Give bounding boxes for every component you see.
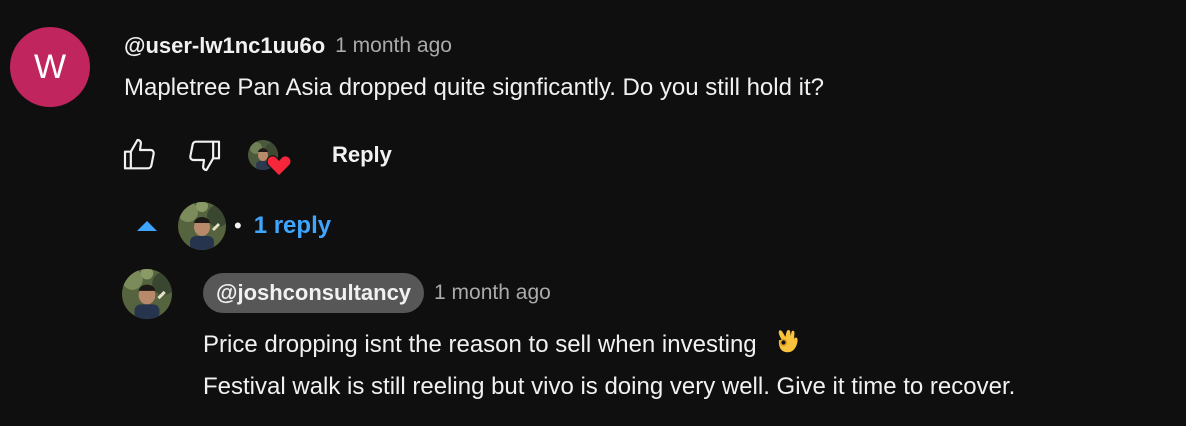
comment-time[interactable]: 1 month ago: [335, 34, 452, 58]
reply-header: @joshconsultancy 1 month ago: [203, 272, 551, 314]
comment-actions: Reply: [118, 133, 392, 177]
reply-author-avatar[interactable]: [122, 269, 172, 319]
reply-button[interactable]: Reply: [332, 142, 392, 168]
avatar[interactable]: W: [10, 27, 90, 107]
reply-author: @joshconsultancy: [216, 280, 412, 305]
comment-author[interactable]: @user-lw1nc1uu6o: [124, 33, 325, 59]
comment-text: Mapletree Pan Asia dropped quite signfic…: [124, 74, 824, 101]
caret-up-icon: [132, 216, 162, 236]
reply-preview-avatar: [178, 202, 226, 250]
comment-header: @user-lw1nc1uu6o 1 month ago: [124, 30, 452, 62]
reply-time[interactable]: 1 month ago: [434, 281, 551, 305]
thumb-up-icon: [123, 138, 155, 170]
ok-hand-icon: [775, 326, 801, 367]
reply-text-line-2: Festival walk is still reeling but vivo …: [203, 373, 1016, 400]
creator-author-chip[interactable]: @joshconsultancy: [203, 273, 425, 313]
separator-dot: •: [234, 213, 242, 238]
like-button[interactable]: [118, 133, 162, 177]
avatar-initial: W: [33, 47, 67, 86]
reply-count-label[interactable]: 1 reply: [254, 212, 331, 240]
reply-text-line-1-content: Price dropping isnt the reason to sell w…: [203, 331, 757, 358]
heart-icon: [266, 155, 292, 177]
dislike-button[interactable]: [182, 133, 226, 177]
reply-text: Price dropping isnt the reason to sell w…: [203, 325, 1015, 407]
thumb-down-icon: [189, 140, 221, 172]
creator-heart[interactable]: [248, 133, 296, 177]
comment-thread: W @user-lw1nc1uu6o 1 month ago Mapletree…: [0, 0, 1186, 426]
reply-text-line-1: Price dropping isnt the reason to sell w…: [203, 325, 1015, 367]
replies-toggle-button[interactable]: • 1 reply: [132, 200, 331, 252]
